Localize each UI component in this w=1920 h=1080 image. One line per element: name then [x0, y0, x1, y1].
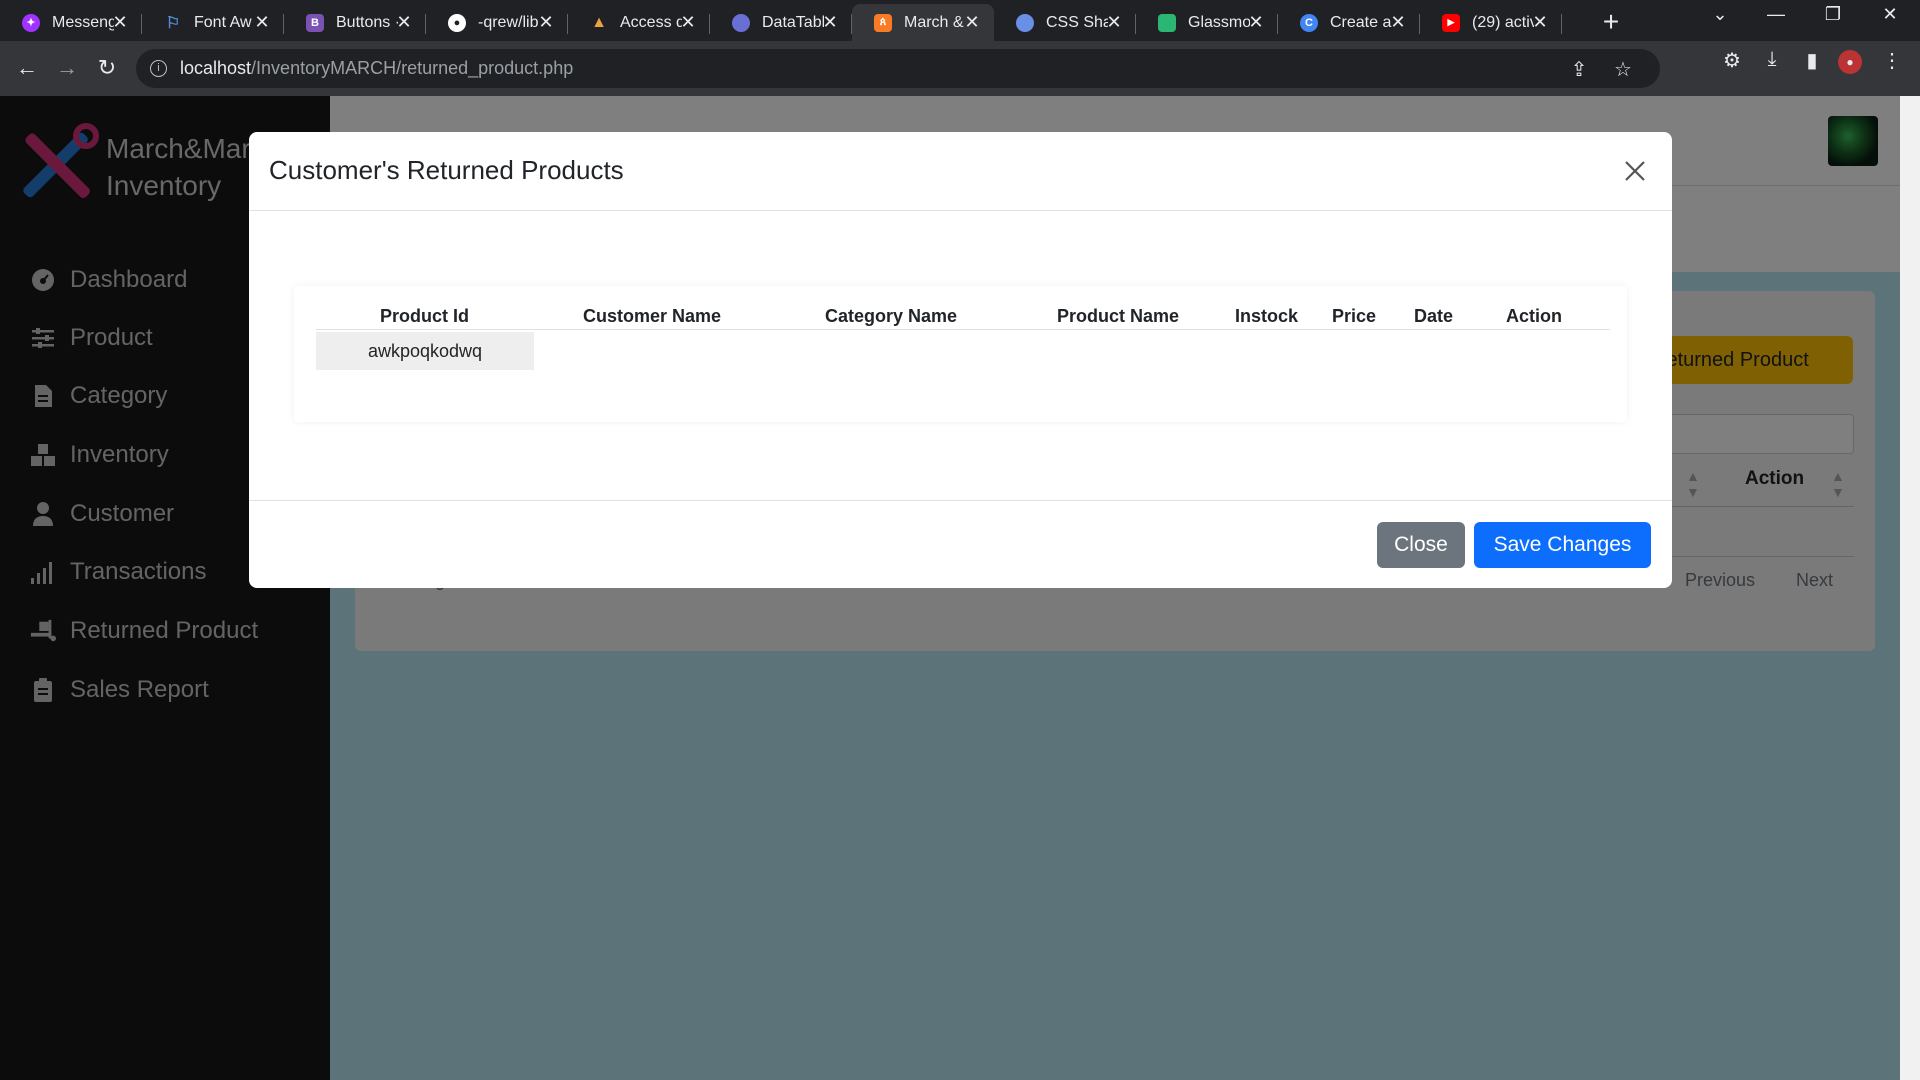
column-header-customer-name[interactable]: Customer Name	[583, 306, 721, 327]
tab-strip: ✦ Messeng ✕ ⚐ Font Aw ✕ B Buttons · ✕ ● …	[0, 0, 1920, 41]
side-panel-icon[interactable]: ▮	[1798, 48, 1826, 73]
close-icon[interactable]: ✕	[1388, 12, 1408, 33]
youtube-icon: ▶	[1442, 13, 1460, 32]
column-header-product-name[interactable]: Product Name	[1057, 306, 1179, 327]
browser-tab-active[interactable]: ጰ March & ✕	[852, 4, 994, 41]
returned-products-modal: Customer's Returned Products Product Id …	[249, 132, 1672, 588]
modal-header: Customer's Returned Products	[249, 132, 1672, 211]
tab-label: DataTabl	[762, 13, 824, 31]
close-icon[interactable]: ✕	[1530, 12, 1550, 33]
column-header-date[interactable]: Date	[1414, 306, 1453, 327]
window-close-icon[interactable]: ✕	[1870, 4, 1910, 25]
mountain-icon: ▲	[591, 13, 607, 31]
star-icon[interactable]: ☆	[1610, 57, 1636, 82]
close-icon[interactable]: ✕	[110, 12, 130, 33]
flag-icon: ⚐	[165, 14, 181, 32]
browser-tab[interactable]: B Buttons · ✕	[284, 4, 426, 41]
globe-icon	[1016, 13, 1034, 32]
modal-footer-divider	[249, 500, 1672, 501]
download-icon[interactable]: ⤓	[1758, 48, 1786, 71]
minimize-icon[interactable]: —	[1756, 4, 1796, 25]
chevron-down-icon[interactable]: ⌄	[1700, 4, 1740, 25]
extensions-icon[interactable]: ⚙	[1718, 48, 1746, 73]
tab-label: Create a	[1330, 13, 1392, 31]
tab-label: (29) activ	[1472, 13, 1534, 31]
back-icon[interactable]: ←	[12, 53, 42, 83]
table-row: awkpoqkodwq	[316, 332, 534, 370]
reload-icon[interactable]: ↻	[92, 53, 122, 83]
column-header-action[interactable]: Action	[1506, 306, 1562, 327]
datatables-icon	[732, 13, 750, 32]
table-header: Product Id Customer Name Category Name P…	[316, 304, 1610, 330]
close-icon[interactable]: ✕	[820, 12, 840, 33]
url-path: /InventoryMARCH/returned_product.php	[251, 58, 574, 78]
xampp-icon: ጰ	[874, 13, 892, 32]
close-button[interactable]: Close	[1377, 522, 1465, 568]
tab-label: Access d	[620, 13, 682, 31]
profile-icon[interactable]: ●	[1838, 50, 1862, 74]
close-icon[interactable]: ✕	[252, 12, 272, 33]
browser-tab[interactable]: ✦ Messeng ✕	[0, 4, 142, 41]
browser-tab[interactable]: Glassmo ✕	[1136, 4, 1278, 41]
browser-tab[interactable]: ● -qrew/lib ✕	[426, 4, 568, 41]
address-bar-row: ← → ↻ i localhost/InventoryMARCH/returne…	[0, 41, 1920, 96]
bootstrap-icon: B	[306, 13, 324, 32]
browser-tab[interactable]: ▶ (29) activ ✕	[1420, 4, 1562, 41]
browser-tab[interactable]: CSS Sha ✕	[994, 4, 1136, 41]
tab-label: Font Aw	[194, 13, 252, 31]
close-icon[interactable]: ✕	[678, 12, 698, 33]
close-icon[interactable]: ✕	[536, 12, 556, 33]
save-changes-button[interactable]: Save Changes	[1474, 522, 1651, 568]
info-icon[interactable]: i	[150, 60, 167, 77]
close-icon[interactable]: ✕	[1246, 12, 1266, 33]
column-header-product-id[interactable]: Product Id	[380, 306, 469, 327]
browser-tab[interactable]: DataTabl ✕	[710, 4, 852, 41]
restore-icon[interactable]: ❐	[1813, 4, 1853, 25]
github-icon: ●	[448, 13, 466, 32]
column-header-price[interactable]: Price	[1332, 306, 1376, 327]
browser-tab[interactable]: C Create a ✕	[1278, 4, 1420, 41]
browser-tab[interactable]: ▲ Access d ✕	[568, 4, 710, 41]
tab-label: CSS Sha	[1046, 13, 1108, 31]
returned-products-table-card: Product Id Customer Name Category Name P…	[294, 286, 1627, 422]
tab-label: Messeng	[52, 13, 114, 31]
google-icon: C	[1300, 13, 1318, 32]
close-icon[interactable]: ✕	[962, 12, 982, 33]
column-header-instock[interactable]: Instock	[1235, 306, 1298, 327]
scrollbar[interactable]	[1900, 96, 1920, 1080]
tab-label: Glassmo	[1188, 13, 1250, 31]
close-icon[interactable]: ✕	[394, 12, 414, 33]
tab-label: -qrew/lib	[478, 13, 539, 31]
browser-tab[interactable]: ⚐ Font Aw ✕	[142, 4, 284, 41]
tab-label: March &	[904, 13, 964, 31]
menu-icon[interactable]: ⋮	[1878, 48, 1906, 73]
share-icon[interactable]: ⇪	[1566, 57, 1592, 82]
close-icon[interactable]: ✕	[1104, 12, 1124, 33]
glass-icon	[1158, 13, 1176, 32]
new-tab-icon[interactable]: +	[1596, 6, 1626, 38]
url-host: localhost	[180, 58, 252, 78]
tab-label: Buttons ·	[336, 13, 398, 31]
messenger-icon: ✦	[22, 13, 40, 32]
column-header-category-name[interactable]: Category Name	[825, 306, 957, 327]
product-id-cell: awkpoqkodwq	[367, 341, 483, 361]
modal-title: Customer's Returned Products	[269, 155, 624, 185]
forward-icon[interactable]: →	[52, 53, 82, 83]
url-field[interactable]: i localhost/InventoryMARCH/returned_prod…	[136, 49, 1660, 88]
close-icon[interactable]	[1622, 158, 1648, 184]
